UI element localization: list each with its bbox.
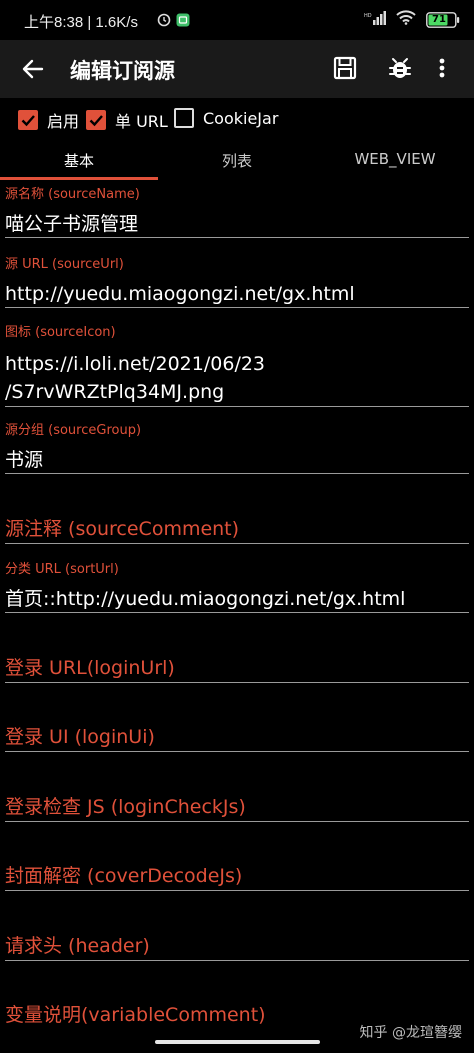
check-icon [18,110,38,130]
field-value-line2[interactable]: /S7rvWRZtPlq34MJ.png [5,380,469,405]
bug-icon[interactable] [386,54,414,82]
app-notification-icon [176,12,190,31]
login-url-field[interactable]: 登录 URL(loginUrl) [5,653,175,680]
app-bar: 编辑订阅源 [0,40,474,98]
status-time-speed: 上午8:38 | 1.6K/s [24,14,138,31]
page-title: 编辑订阅源 [70,59,175,83]
tab-webview[interactable]: WEB_VIEW [316,150,474,168]
source-name-field[interactable]: 源名称 (sourceName) 喵公子书源管理 [5,183,469,238]
svg-text:HD: HD [364,13,372,19]
tab-indicator [0,177,158,180]
field-underline [5,960,469,961]
header-field[interactable]: 请求头 (header) [5,931,150,958]
tab-bar: 基本 列表 WEB_VIEW [0,140,474,180]
field-underline [5,751,469,752]
cookiejar-checkbox[interactable]: CookieJar [174,108,278,128]
alarm-icon [156,11,172,31]
source-icon-field[interactable]: 图标 (sourceIcon) https://i.loli.net/2021/… [5,321,469,407]
field-value[interactable]: 喵公子书源管理 [5,212,469,237]
field-label: 源 URL (sourceUrl) [5,257,124,272]
field-underline [5,821,469,822]
field-underline [5,890,469,891]
field-value-line1[interactable]: https://i.loli.net/2021/06/23 [5,352,469,377]
watermark: 知乎 @龙瑄簪缨 [359,1025,462,1041]
options-row: 启用 单 URL CookieJar [0,98,474,140]
battery-icon: 71 [426,11,460,28]
status-bar: 上午8:38 | 1.6K/s HD 71 [0,0,474,40]
cookiejar-label: CookieJar [203,108,279,128]
tab-list[interactable]: 列表 [158,150,316,171]
cover-decode-js-field[interactable]: 封面解密 (coverDecodeJs) [5,861,242,888]
field-underline [5,473,469,474]
signal-icon: HD [364,10,386,29]
field-value[interactable]: http://yuedu.miaogongzi.net/gx.html [5,282,469,307]
field-underline [5,612,469,613]
checkbox-empty-icon [174,108,194,128]
field-label: 源分组 (sourceGroup) [5,423,142,438]
field-underline [5,543,469,544]
tab-basic[interactable]: 基本 [0,150,158,171]
source-group-field[interactable]: 源分组 (sourceGroup) 书源 [5,419,469,474]
single-url-label: 单 URL [115,112,168,131]
login-check-js-field[interactable]: 登录检查 JS (loginCheckJs) [5,792,246,819]
field-value[interactable]: 首页::http://yuedu.miaogongzi.net/gx.html [5,587,469,612]
field-underline [5,406,469,407]
field-underline [5,237,469,238]
save-icon[interactable] [331,54,359,82]
more-vert-icon[interactable] [436,54,448,82]
enable-checkbox[interactable]: 启用 [18,108,79,132]
check-icon [86,110,106,130]
arrow-back-icon[interactable] [18,54,48,84]
source-url-field[interactable]: 源 URL (sourceUrl) http://yuedu.miaogongz… [5,253,469,308]
field-value[interactable]: 书源 [5,448,469,473]
variable-comment-field[interactable]: 变量说明(variableComment) [5,1000,266,1027]
field-label: 源名称 (sourceName) [5,187,140,202]
gesture-nav-bar[interactable] [155,1040,320,1044]
sort-url-field[interactable]: 分类 URL (sortUrl) 首页::http://yuedu.miaogo… [5,558,469,613]
field-label: 图标 (sourceIcon) [5,325,116,340]
source-comment-field[interactable]: 源注释 (sourceComment) [5,514,239,541]
single-url-checkbox[interactable]: 单 URL [86,108,168,132]
login-ui-field[interactable]: 登录 UI (loginUi) [5,722,155,749]
battery-level: 71 [432,13,446,25]
field-label: 分类 URL (sortUrl) [5,562,119,577]
field-underline [5,307,469,308]
wifi-icon [396,10,416,29]
enable-label: 启用 [47,112,80,131]
field-underline [5,682,469,683]
